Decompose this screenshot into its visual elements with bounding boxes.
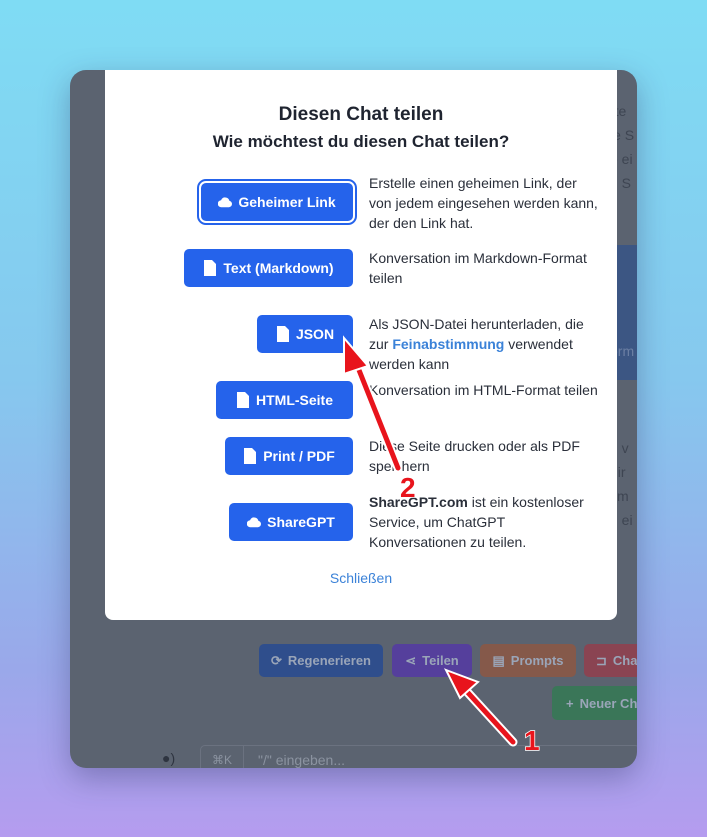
annotation-layer: 1 2 <box>343 335 540 757</box>
arrow-2 <box>343 335 403 473</box>
arrow-1 <box>443 668 518 747</box>
step-1-label: 1 <box>524 725 540 756</box>
step-2-label: 2 <box>400 472 416 503</box>
